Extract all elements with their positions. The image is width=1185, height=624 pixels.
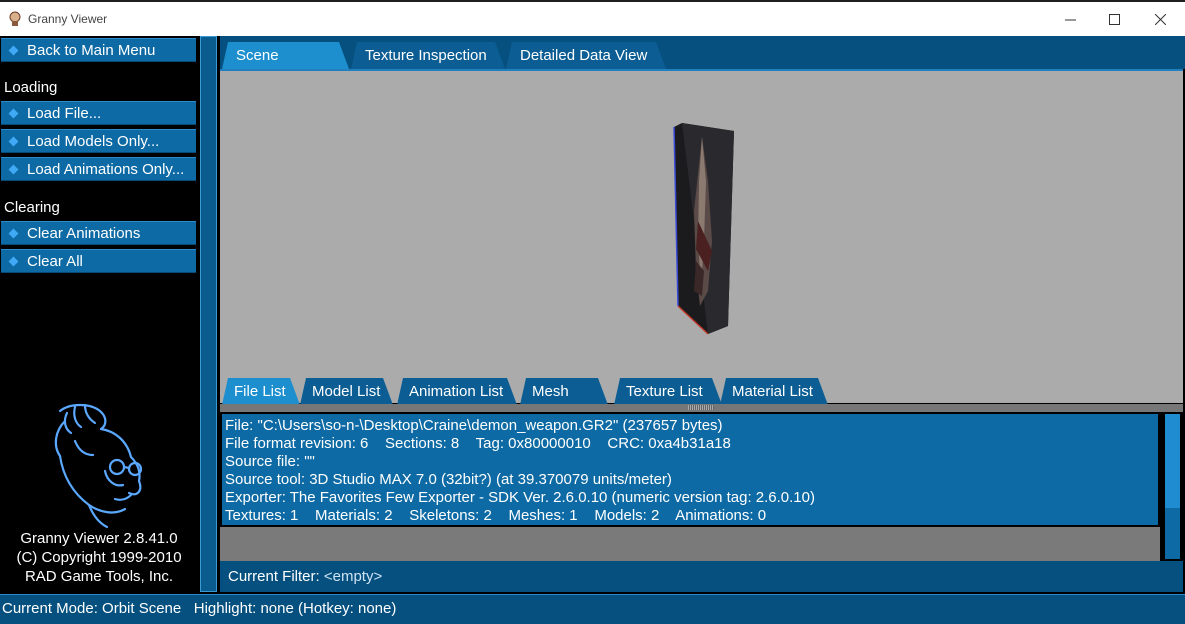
load-animations-button[interactable]: Load Animations Only... (1, 157, 196, 181)
title-bar: Granny Viewer (0, 0, 1185, 36)
minimize-button[interactable] (1047, 4, 1093, 34)
info-scrollbar[interactable] (1162, 412, 1183, 561)
clear-all-label: Clear All (27, 253, 83, 270)
tab-mesh-list[interactable]: Mesh List (520, 378, 608, 405)
tab-material-list[interactable]: Material List (720, 378, 828, 405)
status-bar: Current Mode: Orbit Scene Highlight: non… (0, 594, 1185, 624)
load-models-label: Load Models Only... (27, 133, 160, 150)
minimize-icon (1064, 19, 1076, 20)
maximize-button[interactable] (1091, 4, 1137, 34)
load-file-button[interactable]: Load File... (1, 101, 196, 125)
maximize-icon (1108, 13, 1120, 25)
window-title: Granny Viewer (28, 12, 108, 26)
diamond-icon (8, 136, 19, 147)
tab-animation-list[interactable]: Animation List (397, 378, 517, 405)
diamond-icon (8, 256, 19, 267)
company-text: RAD Game Tools, Inc. (24, 568, 174, 585)
file-info-panel: File: "C:\Users\so-n-\Desktop\Craine\dem… (220, 412, 1160, 527)
diamond-icon (8, 108, 19, 119)
panel-splitter[interactable] (220, 404, 1183, 412)
filter-bar: Current Filter: <empty> (220, 561, 1183, 592)
tab-detailed-data-view[interactable]: Detailed Data View (506, 42, 666, 69)
load-animations-label: Load Animations Only... (27, 161, 185, 178)
back-label: Back to Main Menu (27, 42, 156, 59)
load-models-button[interactable]: Load Models Only... (1, 129, 196, 153)
granny-logo (54, 403, 143, 529)
close-button[interactable] (1137, 4, 1183, 34)
load-file-label: Load File... (27, 105, 102, 122)
copyright-text: (C) Copyright 1999-2010 (16, 549, 182, 566)
left-panel: Back to Main Menu Loading Load File... L… (0, 36, 198, 592)
info-empty-area (220, 527, 1160, 561)
counts-line: Textures: 1 Materials: 2 Skeletons: 2 Me… (225, 507, 767, 524)
version-text: Granny Viewer 2.8.41.0 (20, 530, 178, 547)
filter-value[interactable]: <empty> (324, 568, 382, 585)
diamond-icon (8, 45, 19, 56)
close-icon (1154, 13, 1166, 25)
tab-model-list[interactable]: Model List (300, 378, 393, 405)
scrollbar-thumb[interactable] (1165, 414, 1180, 508)
weapon-model (673, 123, 734, 335)
diamond-icon (8, 164, 19, 175)
diamond-icon (8, 228, 19, 239)
file-format-line: File format revision: 6 Sections: 8 Tag:… (225, 435, 731, 452)
status-text: Current Mode: Orbit Scene Highlight: non… (2, 600, 397, 617)
clear-animations-label: Clear Animations (27, 225, 141, 242)
bottom-tab-strip: File List Model List Animation List Mesh… (220, 375, 1183, 405)
tab-texture-inspection[interactable]: Texture Inspection (351, 42, 505, 69)
loading-header: Loading (4, 79, 58, 96)
scene-viewport[interactable] (220, 69, 1183, 403)
exporter-line: Exporter: The Favorites Few Exporter - S… (225, 489, 815, 506)
clearing-header: Clearing (4, 199, 60, 216)
file-path-line: File: "C:\Users\so-n-\Desktop\Craine\dem… (225, 417, 723, 434)
top-tab-strip: Scene Preview Texture Inspection Detaile… (220, 36, 1185, 69)
clear-all-button[interactable]: Clear All (1, 249, 196, 273)
filter-label: Current Filter: (228, 568, 320, 585)
back-to-main-menu-button[interactable]: Back to Main Menu (1, 38, 196, 62)
tab-file-list[interactable]: File List (222, 378, 300, 405)
panel-scrollbar[interactable] (200, 36, 217, 592)
source-file-line: Source file: "" (225, 453, 315, 470)
splitter-grip-icon[interactable] (688, 405, 714, 410)
clear-animations-button[interactable]: Clear Animations (1, 221, 196, 245)
app-icon (9, 11, 21, 26)
source-tool-line: Source tool: 3D Studio MAX 7.0 (32bit?) … (225, 471, 672, 488)
tab-scene-preview[interactable]: Scene Preview (222, 42, 349, 69)
tab-texture-list[interactable]: Texture List (614, 378, 722, 405)
